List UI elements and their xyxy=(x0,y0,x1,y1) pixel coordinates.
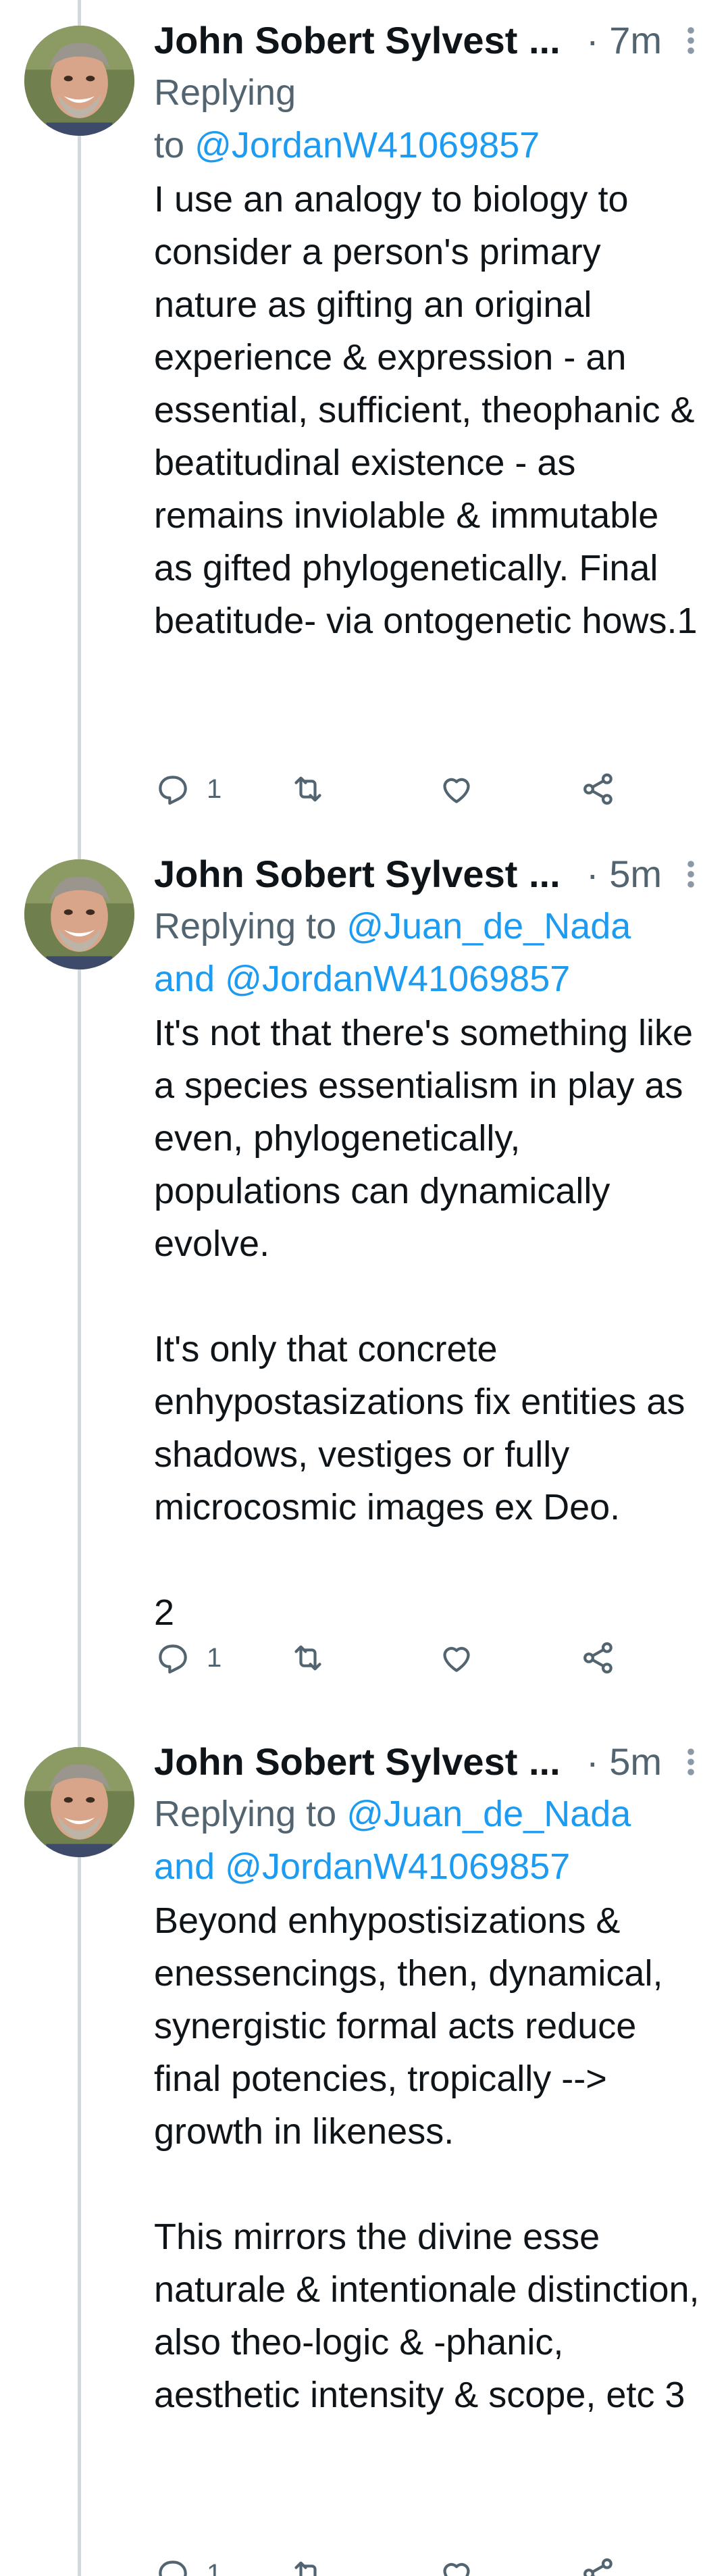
retweet-icon xyxy=(289,770,327,808)
reply-icon xyxy=(154,2555,192,2576)
tweet-header: John Sobert Sylvest ... · 5m xyxy=(154,854,701,894)
replying-label: Replying to xyxy=(154,906,337,946)
avatar[interactable] xyxy=(24,859,134,969)
tweet-text: It's not that there's something like a s… xyxy=(154,1013,694,1633)
replying-to: Replying to @JordanW41069857 xyxy=(154,66,701,172)
tweet-actions: 1 xyxy=(154,769,701,809)
more-icon[interactable] xyxy=(681,1746,701,1778)
like-button[interactable] xyxy=(438,769,475,809)
retweet-icon xyxy=(289,1639,327,1677)
tweet-text: Beyond enhypostisizations & enessencings… xyxy=(154,1900,700,2415)
replying-and: and xyxy=(154,959,215,999)
replying-to-word: to xyxy=(154,125,185,166)
share-icon xyxy=(579,2555,617,2576)
retweet-button[interactable] xyxy=(289,769,327,809)
more-icon[interactable] xyxy=(681,858,701,890)
like-icon xyxy=(438,770,475,808)
tweet-actions: 1 xyxy=(154,2554,701,2576)
reply-count: 1 xyxy=(207,774,222,804)
retweet-icon xyxy=(289,2555,327,2576)
tweet-text: I use an analogy to biology to consider … xyxy=(154,179,705,641)
author-name[interactable]: John Sobert Sylvest xyxy=(154,854,517,894)
replying-to: Replying to @Juan_de_Nada and @JordanW41… xyxy=(154,1788,701,1893)
replying-label: Replying to xyxy=(154,1794,337,1834)
replying-label: Replying xyxy=(154,72,296,113)
mention-link[interactable]: @Juan_de_Nada xyxy=(346,1794,631,1834)
like-icon xyxy=(438,1639,475,1677)
replying-and: and xyxy=(154,1846,215,1887)
replying-to: Replying to @Juan_de_Nada and @JordanW41… xyxy=(154,900,701,1005)
like-icon xyxy=(438,2555,475,2576)
author-name[interactable]: John Sobert Sylvest xyxy=(154,1742,517,1782)
timestamp[interactable]: · 7m xyxy=(586,20,662,61)
tweet-header: John Sobert Sylvest ... · 7m xyxy=(154,20,701,61)
mention-link[interactable]: @JordanW41069857 xyxy=(225,959,570,999)
share-button[interactable] xyxy=(579,769,617,809)
share-icon xyxy=(579,1639,617,1677)
timestamp[interactable]: · 5m xyxy=(586,1742,662,1782)
author-name[interactable]: John Sobert Sylvest xyxy=(154,20,517,61)
mention-link[interactable]: @JordanW41069857 xyxy=(194,125,540,166)
name-truncation: ... xyxy=(529,853,561,895)
reply-count: 1 xyxy=(207,1642,222,1673)
reply-button[interactable]: 1 xyxy=(154,2554,222,2576)
reply-button[interactable]: 1 xyxy=(154,769,222,809)
retweet-button[interactable] xyxy=(289,2554,327,2576)
like-button[interactable] xyxy=(438,1638,475,1678)
tweet-header: John Sobert Sylvest ... · 5m xyxy=(154,1742,701,1782)
mention-link[interactable]: @Juan_de_Nada xyxy=(346,906,631,946)
reply-icon xyxy=(154,1639,192,1677)
reply-icon xyxy=(154,770,192,808)
like-button[interactable] xyxy=(438,2554,475,2576)
avatar[interactable] xyxy=(24,1747,134,1857)
more-icon[interactable] xyxy=(681,24,701,57)
timestamp[interactable]: · 5m xyxy=(586,854,662,894)
name-truncation: ... xyxy=(529,19,561,61)
share-button[interactable] xyxy=(579,2554,617,2576)
name-truncation: ... xyxy=(529,1740,561,1783)
reply-button[interactable]: 1 xyxy=(154,1638,222,1678)
share-button[interactable] xyxy=(579,1638,617,1678)
thread-connector-line xyxy=(78,0,81,2576)
retweet-button[interactable] xyxy=(289,1638,327,1678)
avatar[interactable] xyxy=(24,26,134,136)
mention-link[interactable]: @JordanW41069857 xyxy=(225,1846,570,1887)
share-icon xyxy=(579,770,617,808)
tweet-actions: 1 xyxy=(154,1638,701,1678)
reply-count: 1 xyxy=(207,2558,222,2576)
